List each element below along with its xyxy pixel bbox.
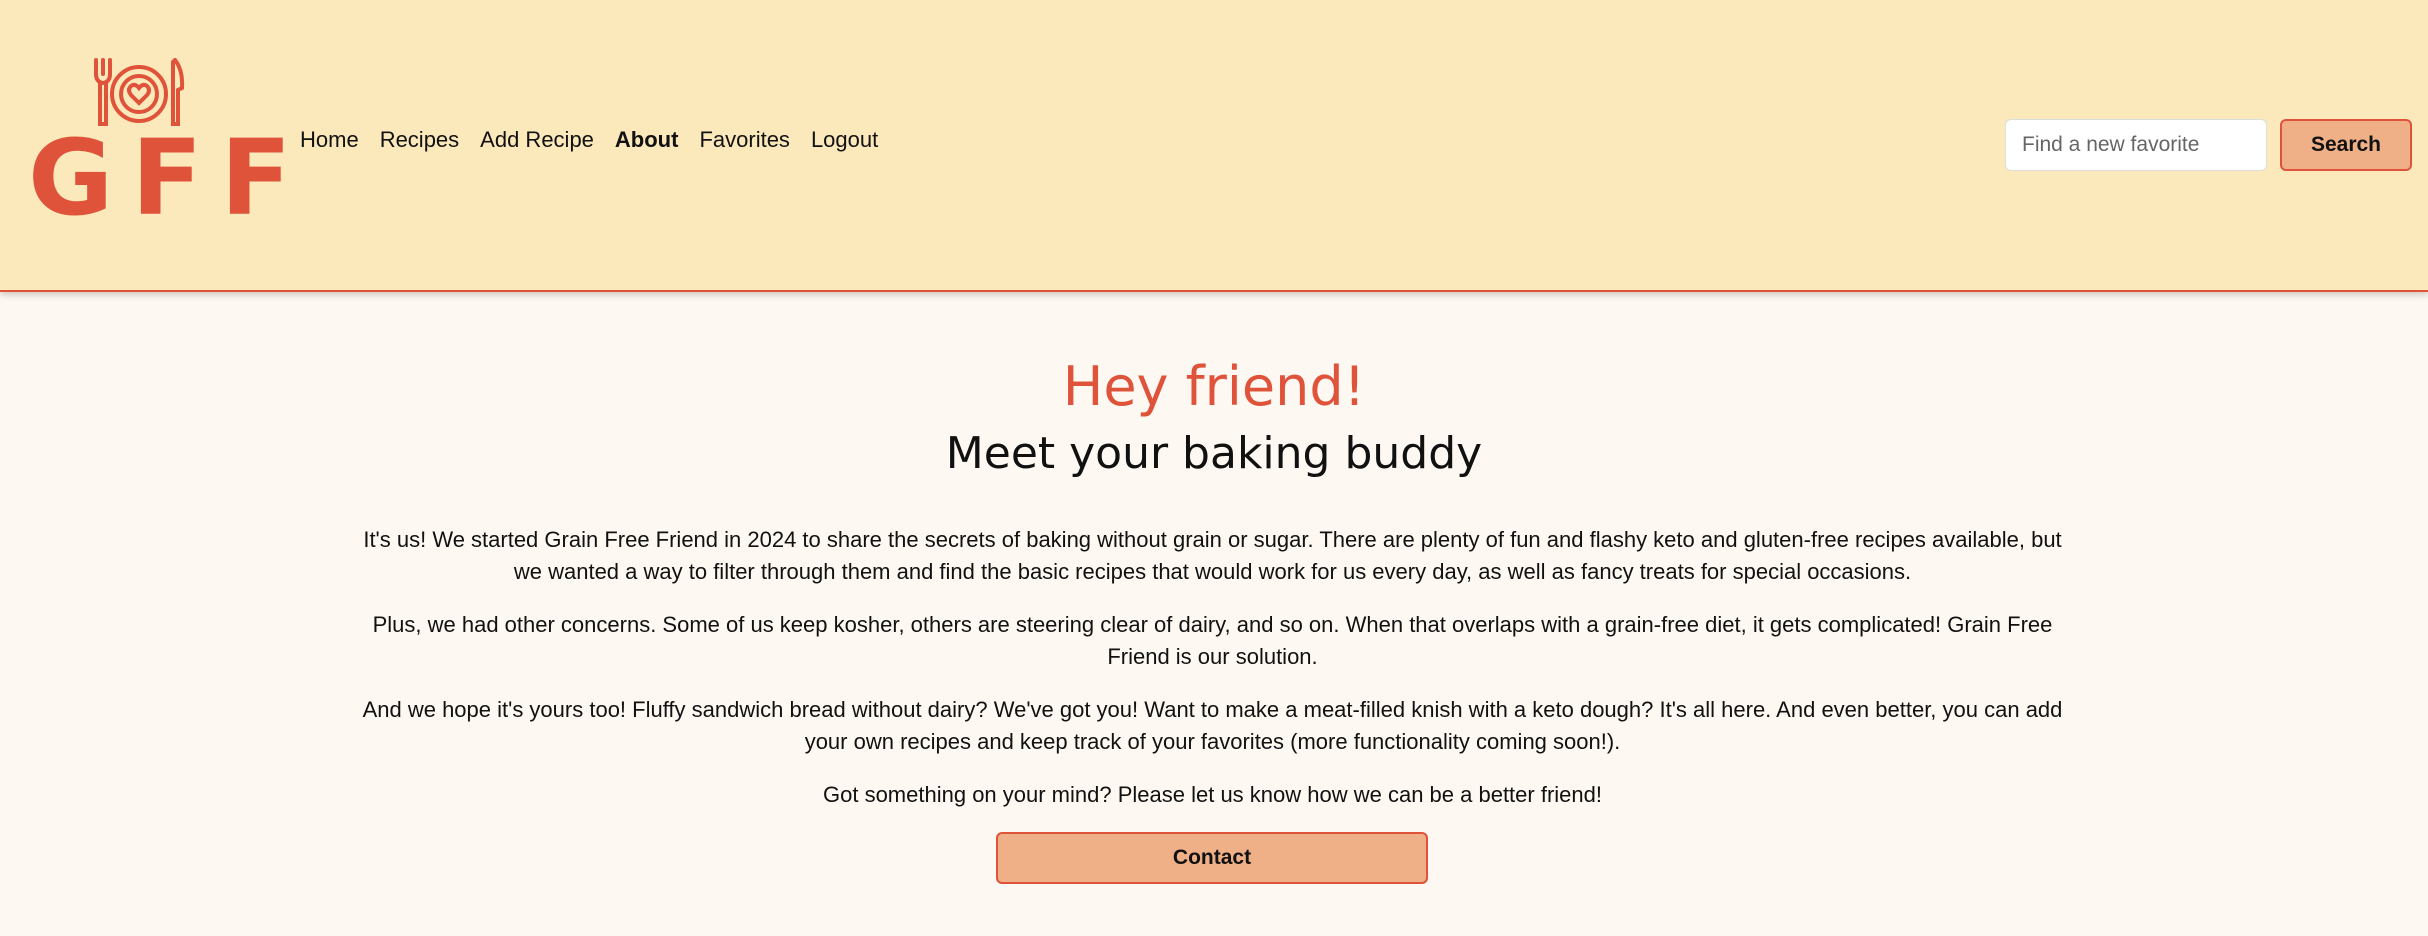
- contact-button[interactable]: Contact: [996, 832, 1428, 884]
- nav-about[interactable]: About: [615, 120, 679, 160]
- page-greeting: Hey friend!: [1062, 355, 1366, 418]
- site-header: GFF Home Recipes Add Recipe About Favori…: [0, 0, 2428, 292]
- search-button[interactable]: Search: [2280, 119, 2412, 171]
- about-paragraph: Got something on your mind? Please let u…: [823, 782, 1602, 807]
- nav-favorites[interactable]: Favorites: [699, 120, 789, 160]
- search-input[interactable]: [2005, 119, 2267, 171]
- search-form: Search: [2005, 119, 2412, 171]
- nav-logout[interactable]: Logout: [811, 120, 878, 160]
- logo[interactable]: GFF: [28, 58, 310, 239]
- about-paragraph: And we hope it's yours too! Fluffy sandw…: [362, 697, 2063, 754]
- about-paragraph: Plus, we had other concerns. Some of us …: [372, 612, 2053, 669]
- nav-recipes[interactable]: Recipes: [380, 120, 459, 160]
- logo-text: GFF: [28, 117, 310, 239]
- page-subtitle: Meet your baking buddy: [945, 428, 1483, 479]
- about-paragraph: It's us! We started Grain Free Friend in…: [363, 527, 2062, 584]
- nav-home[interactable]: Home: [300, 120, 359, 160]
- nav-add-recipe[interactable]: Add Recipe: [480, 120, 594, 160]
- main-nav: Home Recipes Add Recipe About Favorites …: [300, 120, 878, 160]
